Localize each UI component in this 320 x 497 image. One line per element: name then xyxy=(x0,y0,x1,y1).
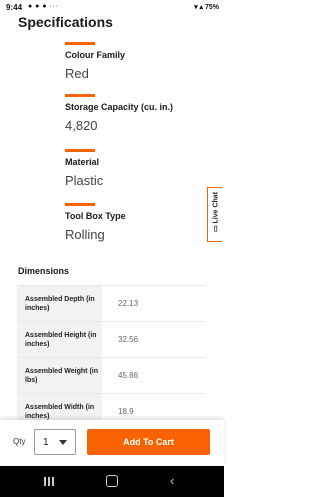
chat-icon: ▭ xyxy=(212,223,220,233)
cart-bar: Qty 1 Add To Cart xyxy=(0,420,224,466)
dimension-value: 45.86 xyxy=(118,371,139,380)
add-to-cart-button[interactable]: Add To Cart xyxy=(87,429,210,455)
spec-storage-capacity: Storage Capacity (cu. in.) 4,820 xyxy=(65,94,173,133)
spec-value: 4,820 xyxy=(65,118,98,133)
status-bar: 9:44 ● ● ● ··· ▾ ▴ 75% xyxy=(0,0,224,14)
table-row: Assembled Weight (in lbs) 45.86 xyxy=(17,357,205,393)
spec-label: Colour Family xyxy=(65,50,126,60)
dimension-key: Assembled Weight (in lbs) xyxy=(17,358,102,393)
dimension-key: Assembled Height (in inches) xyxy=(17,322,102,357)
spec-value: Red xyxy=(65,66,89,81)
qty-value: 1 xyxy=(43,437,49,448)
qty-select[interactable]: 1 xyxy=(34,429,76,455)
dimension-value: 18.9 xyxy=(118,407,134,416)
accent-divider xyxy=(65,149,95,152)
dimension-value: 32.56 xyxy=(118,335,139,344)
spec-value: Rolling xyxy=(65,227,105,242)
battery-level: ▾ ▴ 75% xyxy=(194,4,219,11)
accent-divider xyxy=(65,42,95,45)
spec-label: Tool Box Type xyxy=(65,211,126,221)
home-icon[interactable] xyxy=(106,475,118,487)
table-row: Assembled Depth (in inches) 22.13 xyxy=(17,285,205,321)
qty-label: Qty xyxy=(13,437,26,446)
page-title: Specifications xyxy=(18,14,113,30)
spec-colour-family: Colour Family Red xyxy=(65,42,125,81)
spec-label: Material xyxy=(65,157,100,167)
caret-down-icon xyxy=(59,440,67,445)
back-icon[interactable]: ‹ xyxy=(170,474,174,487)
spec-label: Storage Capacity (cu. in.) xyxy=(65,102,174,112)
dimension-key: Assembled Depth (in inches) xyxy=(17,286,102,321)
signal-icon: ▾ ▴ xyxy=(194,4,205,11)
spec-tool-box-type: Tool Box Type Rolling xyxy=(65,203,126,242)
recents-icon[interactable] xyxy=(44,477,54,486)
dimensions-title: Dimensions xyxy=(18,266,70,276)
live-chat-button[interactable]: ▭ Live Chat xyxy=(207,187,222,242)
notification-icons: ● ● ● ··· xyxy=(28,3,59,10)
dimension-value: 22.13 xyxy=(118,299,139,308)
accent-divider xyxy=(65,94,95,97)
dimensions-table: Assembled Depth (in inches) 22.13 Assemb… xyxy=(17,285,205,429)
spec-material: Material Plastic xyxy=(65,149,103,188)
table-row: Assembled Height (in inches) 32.56 xyxy=(17,321,205,357)
status-time: 9:44 xyxy=(6,3,23,12)
accent-divider xyxy=(65,203,95,206)
system-nav-bar: ‹ xyxy=(0,466,224,497)
spec-value: Plastic xyxy=(65,173,104,188)
